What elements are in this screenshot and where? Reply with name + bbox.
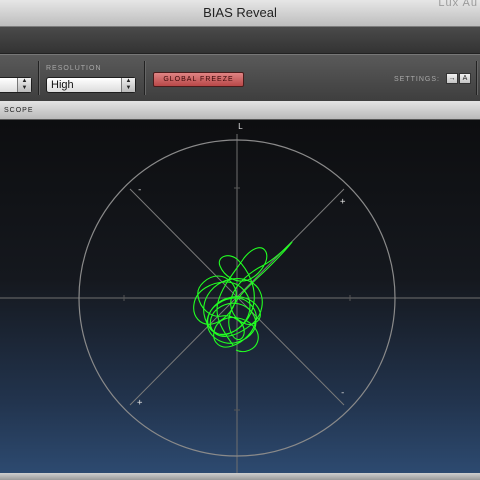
window-title-ghost: Lux Au [438, 0, 478, 9]
marker-top-left: - [137, 185, 142, 195]
channel-label: L [238, 122, 243, 131]
select-arrows-icon: ▲ ▼ [121, 78, 135, 92]
resolution-select[interactable]: High ▲ ▼ [46, 77, 136, 93]
title-bar: BIAS Reveal Lux Au [0, 0, 480, 27]
scope-label: SCOPE [4, 107, 34, 114]
global-freeze-button[interactable]: GLOBAL FREEZE [153, 72, 244, 87]
settings-label: SETTINGS: [394, 76, 440, 83]
divider [144, 61, 146, 95]
goniometer-svg: L - + + - [0, 122, 480, 473]
window-title: BIAS Reveal [203, 5, 277, 20]
marker-bottom-right: - [340, 388, 345, 398]
marker-bottom-left: + [137, 398, 143, 408]
left-select[interactable]: ▲ ▼ [0, 77, 32, 93]
resolution-value: High [51, 79, 74, 91]
stereo-trace [193, 241, 293, 353]
divider [476, 61, 478, 95]
scope-display: L - + + - [0, 120, 480, 473]
divider [38, 61, 40, 95]
top-toolbar [0, 27, 480, 54]
settings-arrow-button[interactable]: → [446, 73, 458, 84]
resolution-label: RESOLUTION [46, 65, 102, 72]
settings-a-button[interactable]: A [459, 73, 471, 84]
marker-top-right: + [340, 197, 346, 207]
scope-header: SCOPE [0, 101, 480, 120]
select-arrows-icon: ▲ ▼ [17, 78, 31, 92]
bottom-bar [0, 473, 480, 480]
